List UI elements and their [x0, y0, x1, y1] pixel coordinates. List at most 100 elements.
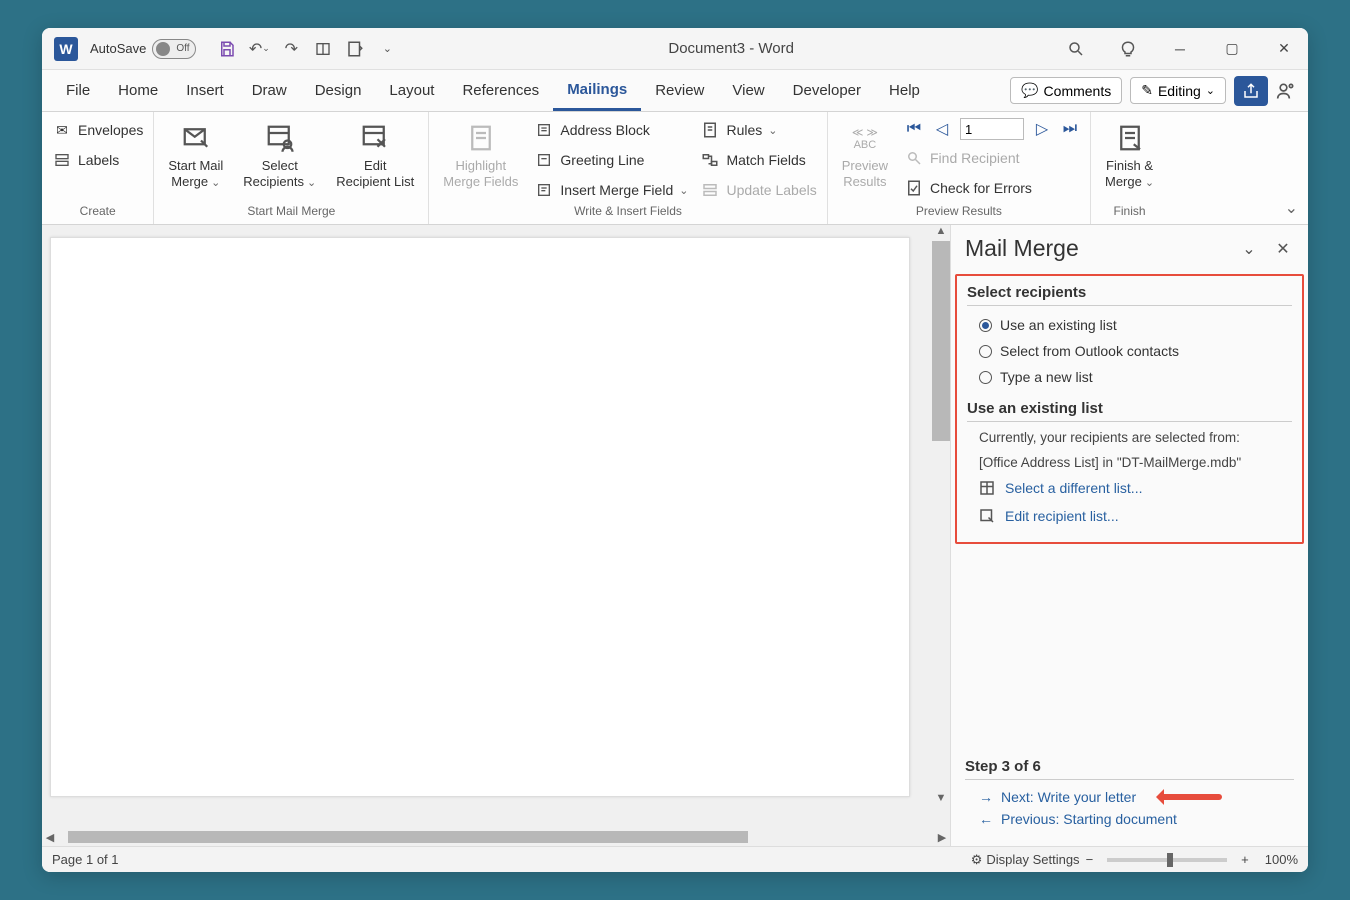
- share-button[interactable]: [1234, 76, 1268, 106]
- section-use-existing-list: Use an existing list: [967, 400, 1292, 422]
- match-fields-button[interactable]: Match Fields: [700, 148, 816, 172]
- first-record-button[interactable]: ⏮: [904, 119, 924, 139]
- record-number-input[interactable]: [960, 118, 1024, 140]
- save-icon[interactable]: [216, 38, 238, 60]
- minimize-button[interactable]: ─: [1168, 37, 1192, 61]
- vertical-scrollbar[interactable]: ▲ ▼: [932, 225, 950, 808]
- rules-button[interactable]: Rules ⌄: [700, 118, 816, 142]
- tab-view[interactable]: View: [718, 70, 778, 111]
- titlebar: W AutoSave Off ↶⌄ ↷ ⌄ Document3 - Word ─…: [42, 28, 1308, 70]
- prev-record-button[interactable]: ◁: [932, 119, 952, 139]
- arrow-left-icon: ←: [979, 811, 993, 827]
- autosave-switch[interactable]: Off: [152, 39, 196, 59]
- pane-footer: Step 3 of 6 → Next: Write your letter ← …: [955, 750, 1304, 840]
- tab-insert[interactable]: Insert: [172, 70, 238, 111]
- recipient-option-0[interactable]: Use an existing list: [967, 312, 1292, 338]
- highlight-merge-fields-button[interactable]: Highlight Merge Fields: [439, 118, 522, 191]
- group-label-preview: Preview Results: [838, 202, 1080, 222]
- close-button[interactable]: ✕: [1272, 37, 1296, 61]
- scroll-track[interactable]: [932, 241, 950, 792]
- finish-merge-icon: [1112, 120, 1148, 156]
- find-recipient-button[interactable]: Find Recipient: [904, 146, 1080, 170]
- start-mail-merge-button[interactable]: Start Mail Merge: [164, 118, 227, 192]
- horizontal-scrollbar[interactable]: ◀ ▶: [42, 828, 950, 846]
- labels-button[interactable]: Labels: [52, 148, 143, 172]
- preview-results-button[interactable]: ≪ ≫ABC Preview Results: [838, 118, 892, 191]
- display-settings-label[interactable]: Display Settings: [986, 852, 1079, 867]
- qat-button-2[interactable]: [344, 38, 366, 60]
- canvas-wrap: ▲ ▼ ◀ ▶: [42, 225, 950, 846]
- recipient-option-2[interactable]: Type a new list: [967, 364, 1292, 390]
- zoom-percent[interactable]: 100%: [1265, 852, 1298, 867]
- last-record-button[interactable]: ⏭: [1060, 119, 1080, 139]
- greeting-line-button[interactable]: Greeting Line: [534, 148, 688, 172]
- collapse-ribbon-button[interactable]: ⌄: [1285, 198, 1298, 218]
- display-settings-icon[interactable]: ⚙: [971, 852, 983, 868]
- recipient-option-1[interactable]: Select from Outlook contacts: [967, 338, 1292, 364]
- pane-dropdown-icon[interactable]: ⌄: [1238, 238, 1260, 260]
- scroll-down-arrow[interactable]: ▼: [936, 792, 947, 808]
- zoom-in-button[interactable]: +: [1235, 852, 1255, 867]
- edit-recipient-list-link[interactable]: Edit recipient list...: [967, 500, 1292, 528]
- check-errors-button[interactable]: Check for Errors: [904, 176, 1080, 200]
- autosave-toggle[interactable]: AutoSave Off: [90, 39, 196, 59]
- tab-developer[interactable]: Developer: [779, 70, 875, 111]
- scroll-thumb[interactable]: [932, 241, 950, 441]
- scroll-up-arrow[interactable]: ▲: [936, 225, 947, 241]
- pane-close-icon[interactable]: ✕: [1272, 238, 1294, 260]
- tab-design[interactable]: Design: [301, 70, 376, 111]
- radio-label: Use an existing list: [1000, 317, 1117, 333]
- tab-help[interactable]: Help: [875, 70, 934, 111]
- select-recipients-button[interactable]: Select Recipients: [239, 118, 320, 192]
- scroll-right-arrow[interactable]: ▶: [934, 831, 950, 844]
- update-labels-button[interactable]: Update Labels: [700, 178, 816, 202]
- share-profile-icon[interactable]: [1274, 79, 1298, 103]
- document-canvas[interactable]: ▲ ▼: [42, 225, 950, 828]
- comments-button[interactable]: 💬 Comments: [1010, 77, 1122, 104]
- pane-header: Mail Merge ⌄ ✕: [951, 225, 1308, 268]
- redo-icon[interactable]: ↷: [280, 38, 302, 60]
- select-different-list-link[interactable]: Select a different list...: [967, 472, 1292, 500]
- start-mail-merge-label: Start Mail Merge: [168, 158, 223, 190]
- chevron-down-icon: ⌄: [1206, 84, 1215, 97]
- zoom-slider[interactable]: [1107, 858, 1227, 862]
- prev-step-link[interactable]: ← Previous: Starting document: [965, 808, 1294, 830]
- undo-icon[interactable]: ↶⌄: [248, 38, 270, 60]
- hscroll-thumb[interactable]: [68, 831, 748, 843]
- next-step-link[interactable]: → Next: Write your letter: [965, 786, 1294, 808]
- status-bar: Page 1 of 1 ⚙ Display Settings − + 100%: [42, 846, 1308, 872]
- qat-button-1[interactable]: [312, 38, 334, 60]
- zoom-knob[interactable]: [1167, 853, 1173, 867]
- find-recipient-icon: [904, 148, 924, 168]
- toggle-knob: [156, 42, 170, 56]
- finish-merge-button[interactable]: Finish & Merge: [1101, 118, 1158, 192]
- tab-draw[interactable]: Draw: [238, 70, 301, 111]
- document-page[interactable]: [50, 237, 910, 797]
- qat-customize-icon[interactable]: ⌄: [376, 38, 398, 60]
- group-label-finish: Finish: [1101, 202, 1158, 222]
- editing-mode-button[interactable]: ✎ Editing ⌄: [1130, 77, 1226, 104]
- zoom-out-button[interactable]: −: [1080, 852, 1100, 867]
- edit-recipient-list-button[interactable]: Edit Recipient List: [332, 118, 418, 191]
- find-recipient-label: Find Recipient: [930, 150, 1020, 166]
- insert-merge-field-icon: [534, 180, 554, 200]
- tab-references[interactable]: References: [448, 70, 553, 111]
- update-labels-icon: [700, 180, 720, 200]
- tell-me-icon[interactable]: [1116, 37, 1140, 61]
- page-indicator[interactable]: Page 1 of 1: [52, 852, 119, 867]
- address-block-button[interactable]: Address Block: [534, 118, 688, 142]
- tab-layout[interactable]: Layout: [375, 70, 448, 111]
- scroll-left-arrow[interactable]: ◀: [42, 831, 58, 844]
- tab-mailings[interactable]: Mailings: [553, 70, 641, 111]
- comment-icon: 💬: [1021, 82, 1038, 99]
- tab-review[interactable]: Review: [641, 70, 718, 111]
- tab-home[interactable]: Home: [104, 70, 172, 111]
- tab-file[interactable]: File: [52, 70, 104, 111]
- maximize-button[interactable]: ▢: [1220, 37, 1244, 61]
- insert-merge-field-button[interactable]: Insert Merge Field ⌄: [534, 178, 688, 202]
- next-record-button[interactable]: ▷: [1032, 119, 1052, 139]
- labels-label: Labels: [78, 152, 119, 168]
- hscroll-track[interactable]: [58, 831, 934, 843]
- search-icon[interactable]: [1064, 37, 1088, 61]
- envelopes-button[interactable]: ✉ Envelopes: [52, 118, 143, 142]
